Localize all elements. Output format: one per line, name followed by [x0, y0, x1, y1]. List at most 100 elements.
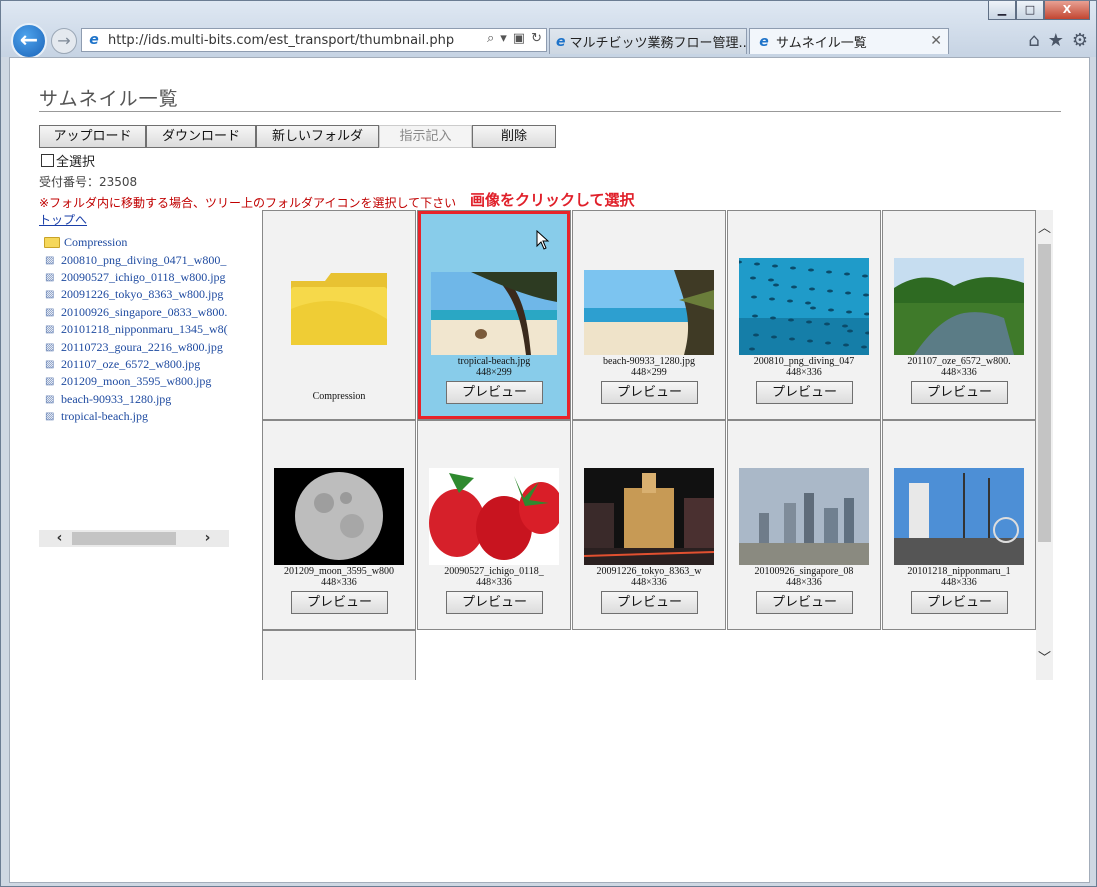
- folder-tile[interactable]: Compression: [262, 210, 416, 420]
- tree-image-item[interactable]: ▨ tropical-beach.jpg: [39, 408, 229, 425]
- folder-notice: ※フォルダ内に移動する場合、ツリー上のフォルダアイコンを選択して下さい: [39, 196, 457, 210]
- thumbnail-image[interactable]: [573, 421, 725, 565]
- thumbnail-image[interactable]: [728, 211, 880, 355]
- thumbnail-image[interactable]: [418, 421, 570, 565]
- search-icon[interactable]: ⌕: [487, 31, 494, 46]
- grid-vertical-scrollbar[interactable]: ︿ ﹀: [1036, 210, 1053, 680]
- home-icon[interactable]: ⌂: [1028, 30, 1039, 51]
- thumbnail-tile[interactable]: 20101218_nipponmaru_1 448×336 プレビュー: [882, 420, 1036, 630]
- folder-icon[interactable]: [263, 211, 415, 351]
- browser-window: ▁ □ X ← → e http://ids.multi-bits.com/es…: [0, 0, 1097, 887]
- thumbnail-tile[interactable]: 20100926_singapore_08 448×336 プレビュー: [727, 420, 881, 630]
- scroll-right-icon[interactable]: ›: [199, 530, 216, 547]
- select-all-checkbox[interactable]: [41, 154, 54, 167]
- tree-image-item[interactable]: ▨ 20110723_goura_2216_w800.jpg: [39, 338, 229, 355]
- dropdown-icon[interactable]: ▾: [500, 31, 507, 46]
- scroll-left-icon[interactable]: ‹: [51, 530, 68, 547]
- folder-name: Compression: [312, 391, 366, 402]
- close-tab-icon[interactable]: ✕: [930, 33, 942, 49]
- tree-item-label: 201107_oze_6572_w800.jpg: [61, 356, 201, 371]
- tab-label: マルチビッツ業務フロー管理...: [569, 36, 747, 51]
- forward-button[interactable]: →: [51, 28, 77, 54]
- scroll-up-icon[interactable]: ︿: [1036, 220, 1053, 237]
- thumbnail-image[interactable]: [573, 211, 725, 355]
- ie-tab-icon: e: [759, 33, 769, 50]
- thumbnail-image[interactable]: [275, 675, 405, 680]
- preview-button[interactable]: プレビュー: [756, 591, 853, 614]
- instructions-button[interactable]: 指示記入: [379, 125, 472, 148]
- preview-button[interactable]: プレビュー: [756, 381, 853, 404]
- image-dimensions: 448×336: [941, 577, 977, 588]
- thumbnail-tile[interactable]: 20090527_ichigo_0118_ 448×336 プレビュー: [417, 420, 571, 630]
- window-controls: ▁ □ X: [988, 1, 1090, 20]
- new-folder-button[interactable]: 新しいフォルダ: [256, 125, 379, 148]
- close-window-button[interactable]: X: [1044, 1, 1090, 20]
- thumbnail-tile[interactable]: 201107_oze_6572_w800. 448×336 プレビュー: [882, 210, 1036, 420]
- image-dimensions: 448×336: [476, 577, 512, 588]
- image-dimensions: 448×336: [941, 367, 977, 378]
- tree-image-item[interactable]: ▨ 200810_png_diving_0471_w800_: [39, 251, 229, 268]
- image-file-icon: ▨: [45, 376, 55, 388]
- scroll-thumb[interactable]: [72, 532, 176, 545]
- scroll-thumb[interactable]: [1038, 244, 1051, 542]
- tree-image-item[interactable]: ▨ 20091226_tokyo_8363_w800.jpg: [39, 286, 229, 303]
- tree-item-label: beach-90933_1280.jpg: [61, 391, 172, 406]
- thumbnail-image[interactable]: [883, 211, 1035, 355]
- tree-item-label: 200810_png_diving_0471_w800_: [61, 252, 227, 267]
- delete-button[interactable]: 削除: [472, 125, 556, 148]
- preview-button[interactable]: プレビュー: [601, 591, 698, 614]
- url-text[interactable]: http://ids.multi-bits.com/est_transport/…: [108, 33, 454, 48]
- thumbnail-image[interactable]: [883, 421, 1035, 565]
- click-to-select-callout: 画像をクリックして選択: [470, 191, 635, 209]
- back-button[interactable]: ←: [11, 23, 47, 59]
- preview-button[interactable]: プレビュー: [601, 381, 698, 404]
- thumbnail-tile[interactable]: beach-90933_1280.jpg 448×299 プレビュー: [572, 210, 726, 420]
- settings-icon[interactable]: ⚙: [1072, 30, 1088, 51]
- tree-image-item[interactable]: ▨ 201209_moon_3595_w800.jpg: [39, 373, 229, 390]
- upload-button[interactable]: アップロード: [39, 125, 146, 148]
- tree-item-label: 20100926_singapore_0833_w800.: [61, 304, 228, 319]
- file-name: 20101218_nipponmaru_1: [907, 566, 1011, 577]
- tree-item-label: 20110723_goura_2216_w800.jpg: [61, 339, 223, 354]
- address-bar[interactable]: e http://ids.multi-bits.com/est_transpor…: [81, 28, 547, 52]
- tab-workflow[interactable]: e マルチビッツ業務フロー管理...: [549, 28, 747, 54]
- tab-thumbnails[interactable]: e サムネイル一覧 ✕: [749, 28, 949, 54]
- image-file-icon: ▨: [45, 358, 55, 370]
- thumbnail-image[interactable]: [263, 421, 415, 565]
- tree-horizontal-scrollbar[interactable]: ‹ ›: [39, 530, 229, 547]
- file-name: beach-90933_1280.jpg: [603, 356, 695, 367]
- file-name: 201107_oze_6572_w800.: [907, 356, 1011, 367]
- image-dimensions: 448×336: [786, 367, 822, 378]
- image-file-icon: ▨: [45, 306, 55, 318]
- tree-image-item[interactable]: ▨ 201107_oze_6572_w800.jpg: [39, 356, 229, 373]
- preview-button[interactable]: プレビュー: [911, 381, 1008, 404]
- download-button[interactable]: ダウンロード: [146, 125, 256, 148]
- favorites-icon[interactable]: ★: [1048, 30, 1064, 51]
- thumbnail-tile[interactable]: 200810_png_diving_047 448×336 プレビュー: [727, 210, 881, 420]
- thumbnail-tile[interactable]: [262, 630, 416, 680]
- select-all[interactable]: 全選択: [41, 151, 95, 170]
- scroll-down-icon[interactable]: ﹀: [1036, 650, 1053, 667]
- preview-button[interactable]: プレビュー: [446, 591, 543, 614]
- image-file-icon: ▨: [45, 289, 55, 301]
- tree-image-item[interactable]: ▨ 20100926_singapore_0833_w800.: [39, 304, 229, 321]
- thumbnail-tile[interactable]: 20091226_tokyo_8363_w 448×336 プレビュー: [572, 420, 726, 630]
- folder-tree: トップへ Compression ▨ 200810_png_diving_0471_…: [39, 211, 229, 425]
- tree-image-item[interactable]: ▨ 20090527_ichigo_0118_w800.jpg: [39, 269, 229, 286]
- top-link[interactable]: トップへ: [39, 211, 229, 228]
- preview-button[interactable]: プレビュー: [446, 381, 543, 404]
- image-dimensions: 448×299: [476, 367, 512, 378]
- compat-view-icon[interactable]: ▣: [513, 31, 525, 46]
- refresh-icon[interactable]: ↻: [531, 31, 542, 46]
- tree-folder-item[interactable]: Compression: [39, 234, 229, 251]
- thumbnail-tile[interactable]: 201209_moon_3595_w800 448×336 プレビュー: [262, 420, 416, 630]
- thumbnail-image[interactable]: [728, 421, 880, 565]
- preview-button[interactable]: プレビュー: [291, 591, 388, 614]
- tree-image-item[interactable]: ▨ 20101218_nipponmaru_1345_w8(: [39, 321, 229, 338]
- page-title: サムネイル一覧: [39, 88, 179, 110]
- tree-image-item[interactable]: ▨ beach-90933_1280.jpg: [39, 391, 229, 408]
- maximize-button[interactable]: □: [1016, 1, 1044, 20]
- image-file-icon: ▨: [45, 393, 55, 405]
- preview-button[interactable]: プレビュー: [911, 591, 1008, 614]
- minimize-button[interactable]: ▁: [988, 1, 1016, 20]
